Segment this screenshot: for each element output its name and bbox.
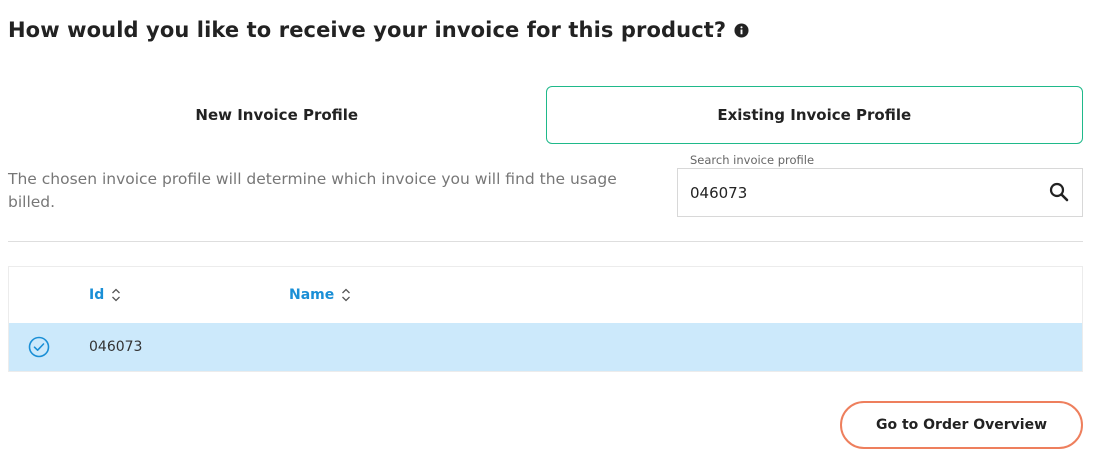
search-invoice-profile-label: Search invoice profile [685,153,820,167]
page-title: How would you like to receive your invoi… [8,18,749,42]
new-invoice-profile-option[interactable]: New Invoice Profile [8,86,546,144]
column-header-id-label: Id [89,287,105,303]
invoice-profile-toggle: New Invoice Profile Existing Invoice Pro… [8,86,1083,144]
sort-updown-icon [111,288,121,302]
invoice-profile-table: Id Name 046073 [8,266,1083,372]
table-header: Id Name [9,267,1082,323]
column-header-id[interactable]: Id [89,267,121,323]
search-icon[interactable] [1048,181,1070,203]
existing-invoice-profile-label: Existing Invoice Profile [717,106,912,124]
section-divider [8,241,1083,242]
check-circle-icon[interactable] [28,336,50,358]
column-header-name-label: Name [289,287,335,303]
column-header-name[interactable]: Name [289,267,351,323]
table-cell-id: 046073 [89,339,143,355]
new-invoice-profile-label: New Invoice Profile [195,106,359,124]
search-invoice-profile-input[interactable] [690,169,1030,216]
info-circle-icon[interactable] [734,22,749,38]
existing-invoice-profile-option[interactable]: Existing Invoice Profile [545,86,1083,144]
sort-updown-icon [341,288,351,302]
go-to-order-overview-button[interactable]: Go to Order Overview [840,401,1083,449]
invoice-profile-description: The chosen invoice profile will determin… [8,170,617,211]
table-row[interactable]: 046073 [9,323,1082,371]
search-invoice-profile-field: Search invoice profile [677,153,1083,217]
page-title-text: How would you like to receive your invoi… [8,18,727,42]
